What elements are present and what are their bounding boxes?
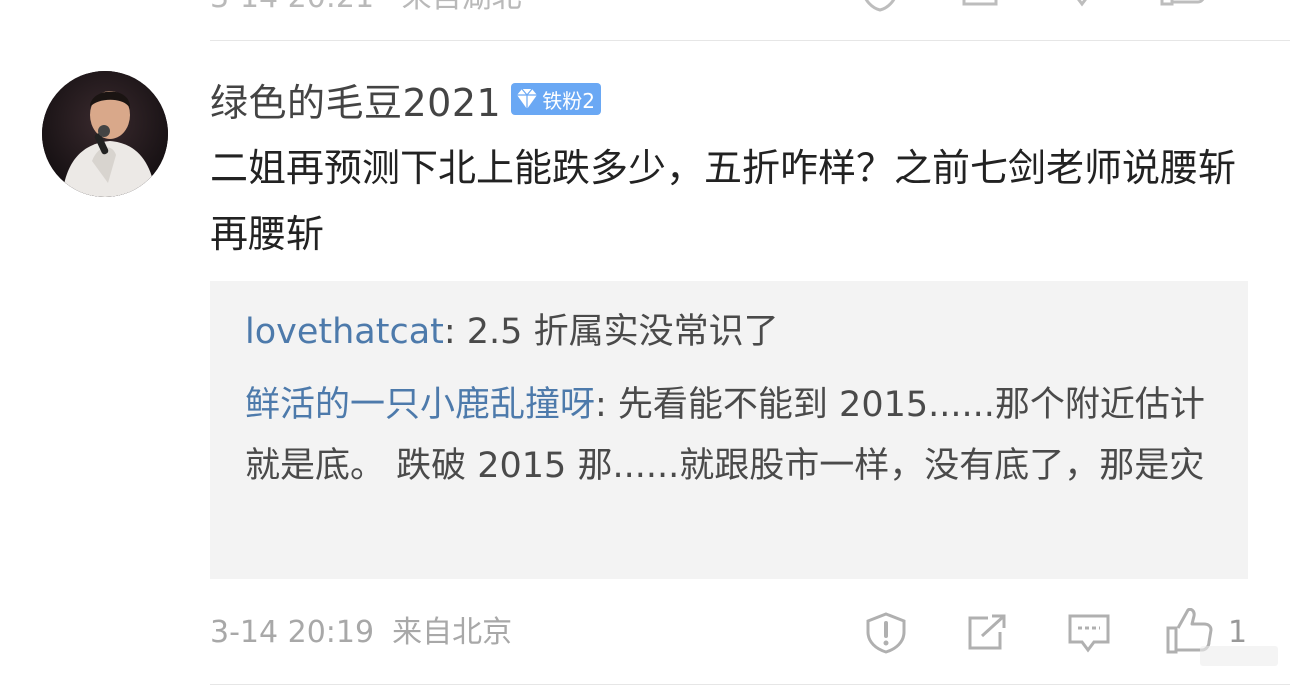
reply-item[interactable]: 鲜活的一只小鹿乱撞呀: 先看能不能到 2015......那个附近估计就是底。 … (245, 375, 1225, 497)
weibo-comment-page: 3-14 20:21 来自湖北 (0, 0, 1290, 685)
reply-author[interactable]: lovethatcat (245, 312, 444, 352)
watermark-mark (1200, 646, 1278, 666)
share-external-icon[interactable] (966, 614, 1008, 652)
divider-top (210, 40, 1290, 41)
previous-timestamp: 3-14 20:21 (210, 0, 374, 15)
previous-source: 来自湖北 (402, 0, 522, 15)
post-source: 来自北京 (392, 615, 513, 650)
username[interactable]: 绿色的毛豆2021 (210, 72, 501, 127)
fan-badge-label: 铁粉2 (542, 88, 595, 113)
diamond-gem-icon (517, 88, 538, 109)
comment-bubble-icon[interactable] (1066, 612, 1112, 656)
thumbs-up-icon[interactable] (1160, 0, 1208, 10)
reply-text: : 2.5 折属实没常识了 (443, 312, 779, 352)
comment-bubble-icon[interactable] (1060, 0, 1104, 10)
comment-header: 绿色的毛豆2021 铁粉2 (210, 72, 601, 127)
timestamp: 3-14 20:19 (210, 615, 375, 650)
reply-item[interactable]: lovethatcat: 2.5 折属实没常识了 (245, 302, 1225, 363)
replies-box[interactable]: lovethatcat: 2.5 折属实没常识了 鲜活的一只小鹿乱撞呀: 先看能… (210, 281, 1248, 579)
comment-text: 二姐再预测下北上能跌多少，五折咋样？之前七剑老师说腰斩再腰斩 (210, 146, 1237, 256)
reply-author[interactable]: 鲜活的一只小鹿乱撞呀 (245, 385, 595, 425)
comment-footer: 3-14 20:19 来自北京 (210, 608, 512, 658)
previous-comment-footer: 3-14 20:21 来自湖北 (210, 0, 1290, 18)
share-external-icon[interactable] (960, 0, 1002, 8)
avatar[interactable] (42, 71, 168, 197)
fan-badge[interactable]: 铁粉2 (511, 83, 601, 115)
report-exclamation-icon[interactable] (860, 0, 900, 12)
avatar-photo (42, 71, 168, 197)
report-exclamation-icon[interactable] (864, 612, 908, 654)
